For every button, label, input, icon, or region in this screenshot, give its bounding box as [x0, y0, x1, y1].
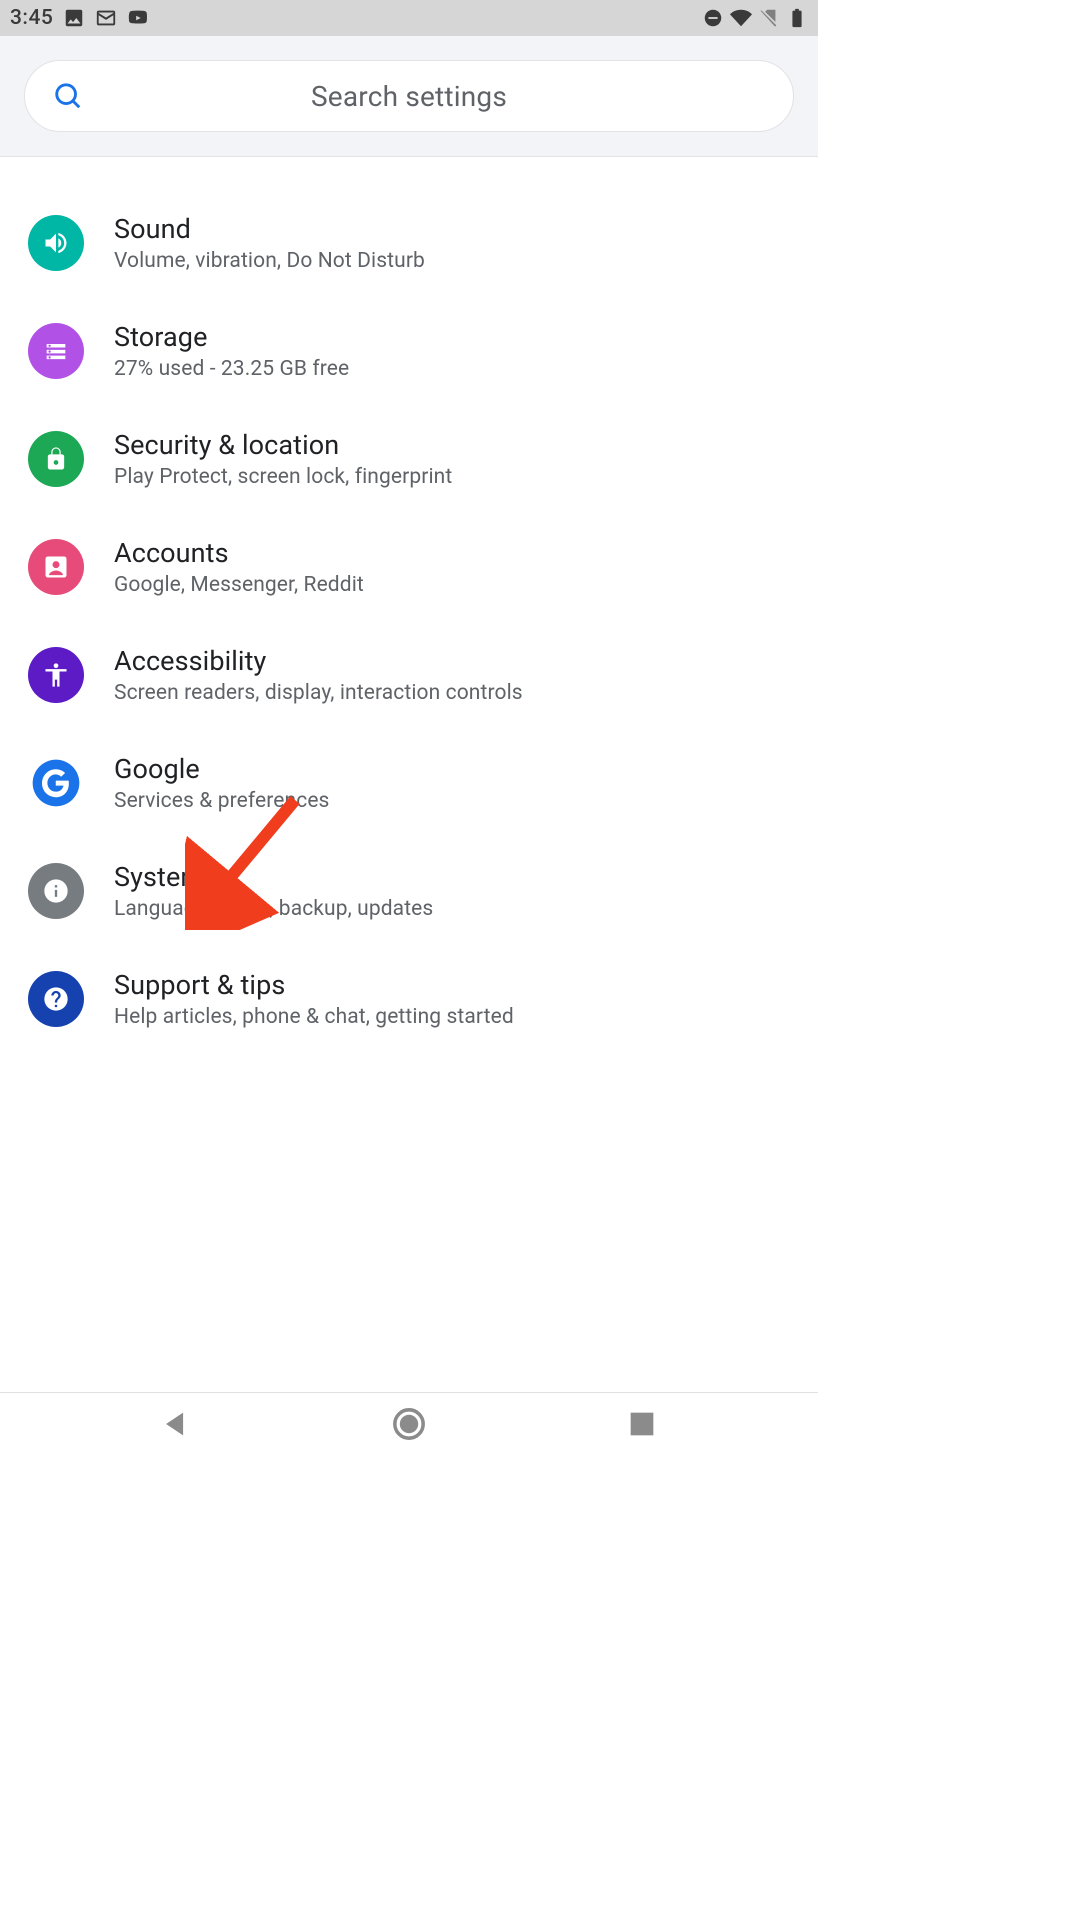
settings-item-accessibility[interactable]: Accessibility Screen readers, display, in… [0, 621, 818, 729]
settings-item-storage[interactable]: Storage 27% used - 23.25 GB free [0, 297, 818, 405]
settings-item-google[interactable]: Google Services & preferences [0, 729, 818, 837]
person-box-icon [28, 539, 84, 595]
google-icon [28, 755, 84, 811]
storage-icon [28, 323, 84, 379]
back-button[interactable] [159, 1407, 193, 1441]
dnd-icon [702, 7, 724, 29]
photo-icon [63, 7, 85, 29]
search-settings-input[interactable]: Search settings [24, 60, 794, 132]
search-placeholder: Search settings [53, 80, 765, 113]
settings-item-title: Support & tips [114, 969, 514, 1001]
settings-item-title: Accessibility [114, 645, 523, 677]
settings-item-title: Accounts [114, 537, 364, 569]
settings-item-sound[interactable]: Sound Volume, vibration, Do Not Disturb [0, 189, 818, 297]
youtube-icon [127, 7, 149, 29]
navigation-bar [0, 1392, 818, 1454]
settings-item-subtitle: Google, Messenger, Reddit [114, 573, 364, 597]
status-bar: 3:45 [0, 0, 818, 36]
settings-item-subtitle: Volume, vibration, Do Not Disturb [114, 249, 425, 273]
settings-item-title: Google [114, 753, 330, 785]
lock-icon [28, 431, 84, 487]
settings-item-system[interactable]: System Languages, time, backup, updates [0, 837, 818, 945]
settings-item-title: System [114, 861, 433, 893]
settings-item-subtitle: 27% used - 23.25 GB free [114, 357, 349, 381]
speaker-icon [28, 215, 84, 271]
settings-list[interactable]: Sound Volume, vibration, Do Not Disturb St… [0, 157, 818, 1392]
settings-item-title: Storage [114, 321, 349, 353]
accessibility-icon [28, 647, 84, 703]
settings-item-security[interactable]: Security & location Play Protect, screen … [0, 405, 818, 513]
settings-item-support[interactable]: Support & tips Help articles, phone & cha… [0, 945, 818, 1053]
settings-item-subtitle: Help articles, phone & chat, getting sta… [114, 1005, 514, 1029]
settings-item-accounts[interactable]: Accounts Google, Messenger, Reddit [0, 513, 818, 621]
battery-icon [786, 7, 808, 29]
search-header: Search settings [0, 36, 818, 157]
help-icon [28, 971, 84, 1027]
status-time: 3:45 [10, 6, 53, 30]
info-icon [28, 863, 84, 919]
mail-icon [95, 7, 117, 29]
settings-item-subtitle: Screen readers, display, interaction con… [114, 681, 523, 705]
settings-item-subtitle: Services & preferences [114, 789, 330, 813]
no-sim-icon [758, 7, 780, 29]
settings-item-title: Sound [114, 213, 425, 245]
settings-item-subtitle: Languages, time, backup, updates [114, 897, 433, 921]
recents-button[interactable] [625, 1407, 659, 1441]
settings-item-title: Security & location [114, 429, 452, 461]
home-button[interactable] [392, 1407, 426, 1441]
settings-item-subtitle: Play Protect, screen lock, fingerprint [114, 465, 452, 489]
wifi-icon [730, 7, 752, 29]
